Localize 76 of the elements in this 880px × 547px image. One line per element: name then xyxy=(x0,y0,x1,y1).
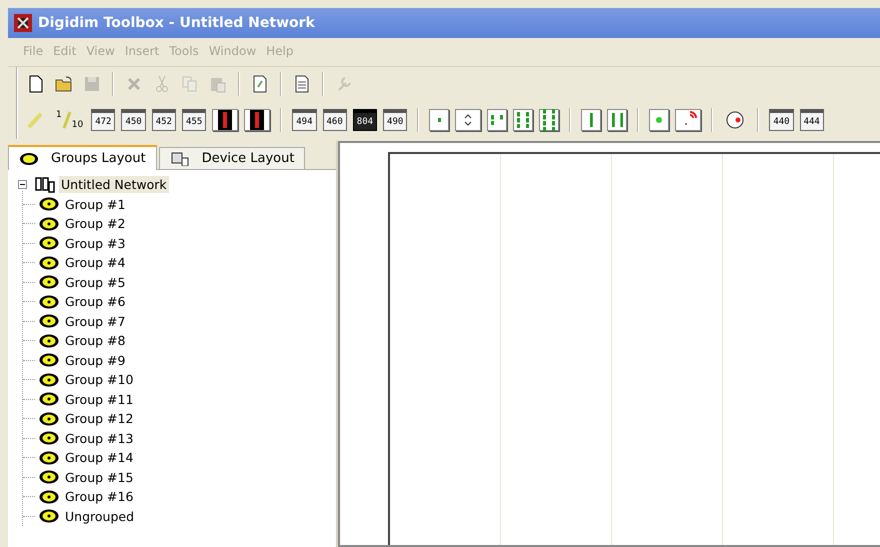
device-icon xyxy=(170,152,190,166)
group-icon xyxy=(39,490,59,504)
device-module-button[interactable]: 804 xyxy=(352,109,378,131)
open-folder-icon xyxy=(54,74,74,94)
pencil-icon xyxy=(62,110,72,130)
bars-icon xyxy=(590,113,593,127)
device-module-button[interactable]: 452 xyxy=(152,109,176,131)
scale-button[interactable]: 1 10 xyxy=(54,108,86,132)
app-logo-icon xyxy=(14,14,32,32)
group-icon xyxy=(39,353,59,368)
tree-item[interactable]: Group #1 xyxy=(63,196,128,213)
network-icon xyxy=(35,176,55,194)
tree-item[interactable]: Group #14 xyxy=(63,449,136,466)
dot-switch-button[interactable] xyxy=(539,109,560,131)
bars-icon xyxy=(612,113,623,127)
tab[interactable]: Groups Layout xyxy=(8,145,157,170)
dots-icon xyxy=(438,118,441,122)
device-module-button[interactable]: 450 xyxy=(121,109,146,131)
group-icon xyxy=(39,294,59,309)
group-icon xyxy=(39,372,59,387)
bar-switch-button[interactable] xyxy=(607,109,628,131)
tree-item[interactable]: Group #8 xyxy=(63,332,128,350)
tree-item[interactable]: Group #15 xyxy=(63,468,136,486)
tree-item[interactable]: Group #9 xyxy=(63,352,128,369)
bar-switch-button[interactable] xyxy=(581,109,602,131)
tree-item[interactable]: Group #12 xyxy=(63,410,136,428)
group-icon xyxy=(19,152,39,166)
device-module-button[interactable]: 444 xyxy=(800,109,824,131)
device-module-button[interactable]: 490 xyxy=(383,109,408,131)
dot-switch-button[interactable] xyxy=(429,109,450,131)
dots-icon xyxy=(491,114,504,126)
tree-item[interactable]: Group #10 xyxy=(63,371,136,388)
device-module-button[interactable]: 460 xyxy=(322,109,347,131)
group-icon xyxy=(39,197,59,212)
group-icon xyxy=(39,450,59,465)
dots-icon xyxy=(543,108,556,132)
group-icon xyxy=(39,470,59,484)
sensor-icon xyxy=(656,117,662,123)
group-icon xyxy=(39,431,59,446)
device-module-button[interactable]: 440 xyxy=(769,109,794,131)
group-icon xyxy=(39,236,59,250)
group-icon xyxy=(39,256,59,270)
tree-item[interactable]: Group #5 xyxy=(63,274,128,291)
group-icon xyxy=(39,216,59,231)
device-module-button[interactable]: 455 xyxy=(182,109,206,131)
vertical-module-button[interactable] xyxy=(212,109,238,131)
group-icon xyxy=(39,412,59,426)
tree-item[interactable]: Group #13 xyxy=(63,430,136,447)
group-icon xyxy=(39,314,59,328)
dot-switch-button[interactable] xyxy=(487,109,508,131)
sensor-button[interactable] xyxy=(649,109,670,131)
tree-item[interactable]: Group #3 xyxy=(63,234,128,252)
tab[interactable]: Device Layout xyxy=(158,147,306,169)
tree-item[interactable]: Group #4 xyxy=(63,254,128,272)
tree-item[interactable]: Group #6 xyxy=(63,293,128,310)
tree-item[interactable]: Group #7 xyxy=(63,312,128,330)
group-icon xyxy=(39,275,59,290)
round-sensor-icon xyxy=(725,110,746,130)
tree-item[interactable]: Untitled Network xyxy=(59,176,169,194)
up-down-button[interactable] xyxy=(455,109,482,131)
group-icon xyxy=(39,392,59,406)
group-icon xyxy=(39,334,59,348)
tree-item[interactable]: Group #11 xyxy=(63,390,136,408)
window-title: Digidim Toolbox - Untitled Network xyxy=(38,15,315,31)
device-module-button[interactable]: 472 xyxy=(91,109,116,131)
group-icon xyxy=(39,509,59,524)
device-module-button[interactable]: 494 xyxy=(292,109,317,131)
signal-button[interactable] xyxy=(675,109,702,131)
minus-icon xyxy=(18,180,27,190)
dots-icon xyxy=(517,112,530,128)
tree-item[interactable]: Group #2 xyxy=(63,215,128,232)
collapse-button[interactable] xyxy=(18,180,27,190)
tree-item[interactable]: Ungrouped xyxy=(63,508,136,525)
vertical-module-button[interactable] xyxy=(244,109,270,131)
tree-item[interactable]: Group #16 xyxy=(63,488,136,506)
dot-switch-button[interactable] xyxy=(513,109,534,131)
